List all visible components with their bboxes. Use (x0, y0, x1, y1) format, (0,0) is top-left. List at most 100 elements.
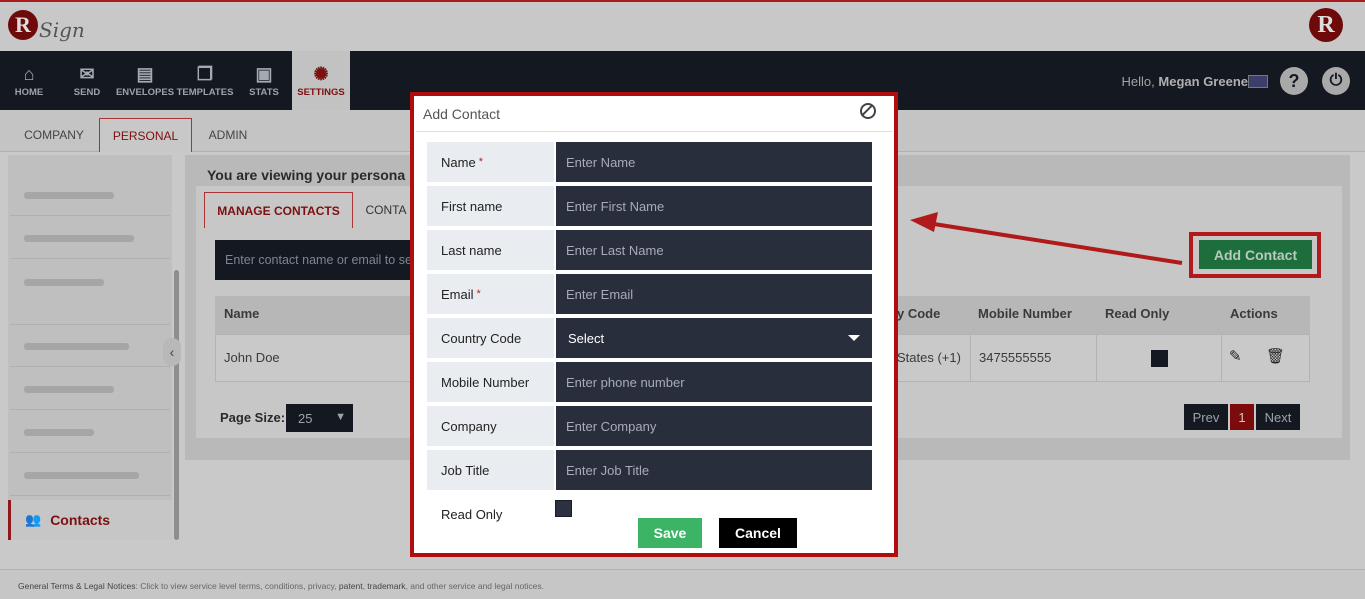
user-name: Megan Greene (1158, 74, 1248, 89)
nav-stats-label: STATS (249, 86, 279, 98)
help-icon[interactable]: ? (1280, 67, 1308, 95)
company-label: Company (427, 406, 554, 446)
greeting-prefix: Hello, (1121, 74, 1155, 89)
cell-name: John Doe (224, 350, 280, 365)
nav-envelopes[interactable]: ▤ ENVELOPES (116, 51, 174, 110)
last-name-input[interactable] (556, 230, 872, 270)
nav-templates[interactable]: ❐ TEMPLATES (176, 51, 234, 110)
tab-admin[interactable]: ADMIN (196, 118, 260, 152)
tab-contact-groups[interactable]: CONTA (360, 192, 412, 228)
brand-logo: R (1309, 8, 1343, 42)
chevron-down-icon: ▼ (335, 411, 346, 423)
mobile-number-row: Mobile Number (427, 362, 885, 402)
country-code-value: Select (568, 330, 605, 346)
mobile-number-label: Mobile Number (427, 362, 554, 402)
logo-r-mark: R (8, 10, 38, 40)
read-only-checkbox-modal[interactable] (555, 500, 572, 517)
nav-home[interactable]: ⌂ HOME (8, 51, 50, 110)
tab-personal[interactable]: PERSONAL (99, 118, 192, 152)
sidebar-item[interactable] (10, 370, 170, 410)
collapse-sidebar-button[interactable]: ‹ (163, 338, 181, 366)
nav-send[interactable]: ✉ SEND (68, 51, 106, 110)
page-size-select[interactable]: 25 ▼ (286, 404, 353, 432)
cell-mobile: 3475555555 (979, 350, 1052, 365)
name-row: Name * (427, 142, 885, 182)
uk-flag-icon[interactable] (1248, 75, 1268, 88)
read-only-label: Read Only (441, 507, 503, 522)
nav-templates-label: TEMPLATES (176, 86, 234, 98)
column-name[interactable]: Name (224, 306, 259, 321)
trademark-link[interactable]: trademark (367, 581, 405, 591)
sidebar-item[interactable] (10, 327, 170, 367)
next-page-button[interactable]: Next (1256, 404, 1300, 430)
logo-sign-text: Sign (39, 18, 85, 42)
gear-icon: ✺ (313, 63, 329, 84)
envelopes-icon: ▤ (136, 63, 154, 84)
edit-icon[interactable]: ✎ (1229, 347, 1242, 365)
column-divider (1221, 334, 1222, 382)
sidebar-scrollbar[interactable] (174, 270, 179, 540)
close-icon[interactable] (860, 103, 876, 119)
required-marker: * (476, 288, 481, 300)
required-marker: * (478, 156, 483, 168)
job-title-label: Job Title (427, 450, 554, 490)
footer-text-end: , and other service and legal notices. (405, 581, 545, 591)
mobile-number-input[interactable] (556, 362, 872, 402)
column-read-only[interactable]: Read Only (1105, 306, 1169, 321)
save-button[interactable]: Save (638, 518, 702, 548)
prev-page-button[interactable]: Prev (1184, 404, 1228, 430)
trash-icon[interactable]: 🗑 (1266, 347, 1285, 365)
sidebar-item[interactable] (10, 176, 170, 216)
briefcase-icon: ▣ (255, 63, 273, 84)
add-contact-button[interactable]: Add Contact (1199, 240, 1312, 269)
sidebar-item[interactable] (10, 413, 170, 453)
contacts-icon: 👥 (25, 512, 42, 527)
patent-link[interactable]: patent (339, 581, 363, 591)
column-actions: Actions (1230, 306, 1278, 321)
rsign-logo[interactable]: R Sign (8, 8, 85, 42)
first-name-input[interactable] (556, 186, 872, 226)
name-input[interactable] (556, 142, 872, 182)
column-divider (970, 334, 971, 382)
job-title-input[interactable] (556, 450, 872, 490)
footer-text: : Click to view service level terms, con… (135, 581, 339, 591)
nav-settings[interactable]: ✺ SETTINGS (292, 51, 350, 110)
nav-home-label: HOME (14, 86, 44, 98)
home-icon: ⌂ (23, 63, 35, 84)
name-label-text: Name (441, 154, 476, 170)
first-name-row: First name (427, 186, 885, 226)
sidebar-item[interactable] (10, 456, 170, 496)
top-bar: R Sign R (0, 0, 1365, 51)
contact-search-input[interactable]: Enter contact name or email to se (215, 240, 415, 280)
templates-icon: ❐ (196, 63, 214, 84)
email-row: Email * (427, 274, 885, 314)
column-mobile-number[interactable]: Mobile Number (978, 306, 1072, 321)
last-name-row: Last name (427, 230, 885, 270)
company-input[interactable] (556, 406, 872, 446)
power-icon[interactable]: ⏻ (1322, 67, 1350, 95)
cell-country: States (+1) (897, 350, 961, 365)
column-divider (1096, 334, 1097, 382)
footer: General Terms & Legal Notices: Click to … (0, 569, 1365, 599)
nav-settings-label: SETTINGS (297, 86, 345, 98)
column-country-code[interactable]: y Code (897, 306, 940, 321)
country-code-label: Country Code (427, 318, 554, 358)
email-label: Email * (427, 274, 554, 314)
last-name-label: Last name (427, 230, 554, 270)
sidebar-item-contacts[interactable]: 👥 Contacts (8, 500, 172, 540)
country-code-select[interactable]: Select (556, 318, 872, 358)
read-only-checkbox[interactable] (1151, 350, 1168, 367)
cancel-button[interactable]: Cancel (719, 518, 797, 548)
email-input[interactable] (556, 274, 872, 314)
page-1-button[interactable]: 1 (1230, 404, 1254, 430)
email-label-text: Email (441, 286, 474, 302)
first-name-label: First name (427, 186, 554, 226)
nav-envelopes-label: ENVELOPES (115, 86, 175, 98)
name-label: Name * (427, 142, 554, 182)
tab-company[interactable]: COMPANY (14, 118, 94, 152)
sidebar-item[interactable] (10, 219, 170, 259)
sidebar-item[interactable] (10, 263, 170, 325)
nav-stats[interactable]: ▣ STATS (244, 51, 284, 110)
tab-manage-contacts[interactable]: MANAGE CONTACTS (204, 192, 353, 228)
legal-notices-link[interactable]: General Terms & Legal Notices (18, 581, 135, 591)
